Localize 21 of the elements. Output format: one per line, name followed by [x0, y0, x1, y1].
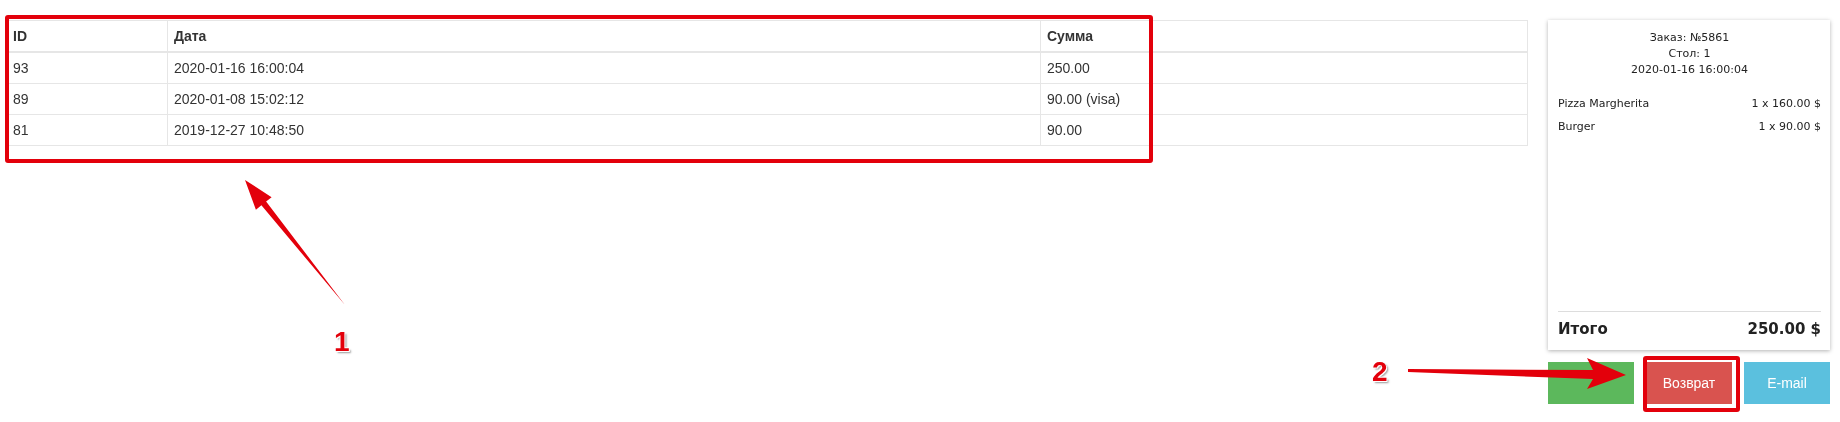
table-cell: 2020-01-16 16:00:04 [167, 52, 1041, 84]
item-amount: 1 x 160.00 $ [1751, 96, 1821, 112]
total-label: Итого [1558, 320, 1608, 338]
receipt-header-line: Стол: 1 [1667, 46, 1712, 62]
item-name: Pizza Margherita [1558, 96, 1650, 112]
annotation-number: 2 [1372, 356, 1388, 388]
column-header: Дата [167, 20, 1041, 52]
action-button[interactable]: E-mail [1744, 362, 1830, 404]
table-cell: 2020-01-08 15:02:12 [167, 83, 1041, 115]
table-cell: 90.00 [1040, 114, 1528, 146]
action-button[interactable]: Возврат [1646, 362, 1732, 404]
table-cell: 2019-12-27 10:48:50 [167, 114, 1041, 146]
column-header: Сумма [1040, 20, 1528, 52]
receipt-header-line: 2020-01-16 16:00:04 [1630, 62, 1749, 78]
total-amount: 250.00 $ [1747, 320, 1821, 338]
item-amount: 1 x 90.00 $ [1758, 119, 1821, 135]
item-name: Burger [1558, 119, 1596, 135]
table-cell: 250.00 [1040, 52, 1528, 84]
table-cell: 90.00 (visa) [1040, 83, 1528, 115]
annotation-number: 1 [334, 326, 350, 358]
receipt-header-line: Заказ: №5861 [1648, 30, 1731, 46]
